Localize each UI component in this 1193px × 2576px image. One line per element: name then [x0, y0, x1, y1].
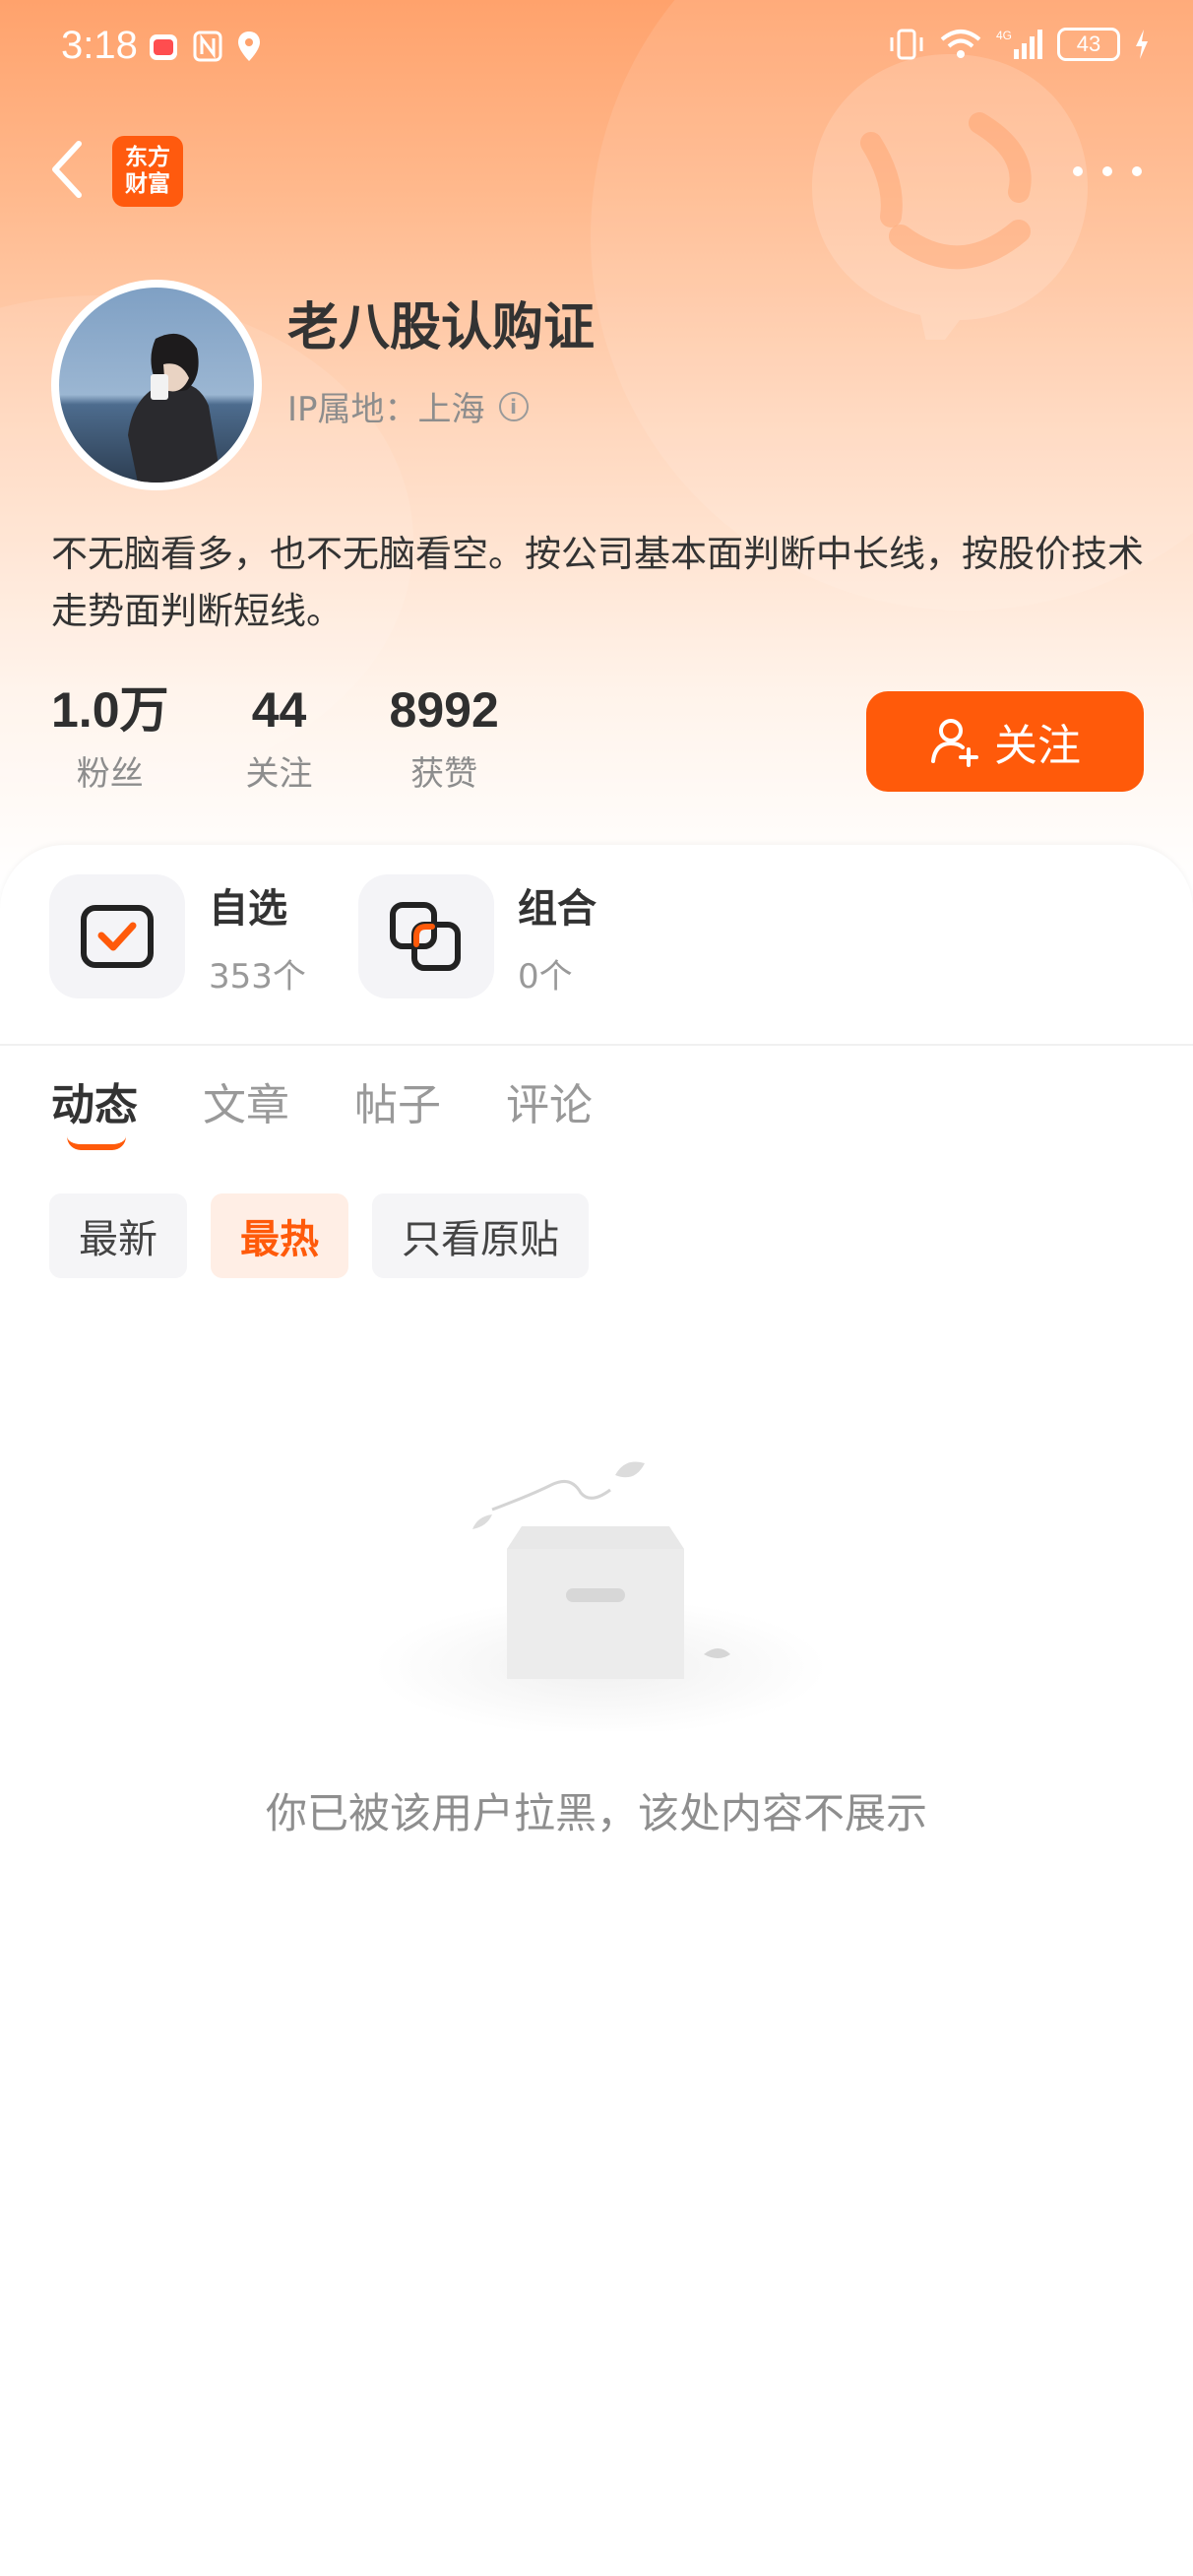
stat-value: 8992: [389, 682, 499, 738]
follow-label: 关注: [994, 721, 1081, 771]
more-dot-icon: [1073, 166, 1083, 176]
battery-icon: 43: [1057, 28, 1120, 61]
stat-following[interactable]: 44 关注: [246, 679, 313, 795]
filter-original-only[interactable]: 只看原贴: [372, 1193, 589, 1278]
tab-comments[interactable]: 评论: [506, 1069, 593, 1132]
app-logo: 东方 财富: [112, 136, 183, 207]
empty-box-illustration: [374, 1461, 827, 1731]
tab-label: 评论: [506, 1080, 593, 1130]
charging-icon: [1136, 30, 1148, 59]
status-icons-left: [148, 30, 262, 63]
profile-stats: 1.0万 粉丝 44 关注 8992 获赞: [51, 679, 576, 795]
bio-text: 不无脑看多，也不无脑看空。按公司基本面判断中长线，按股价技术走势面判断短线。: [51, 533, 1144, 632]
stat-likes[interactable]: 8992 获赞: [390, 679, 499, 795]
feature-watchlist[interactable]: 自选 353个: [49, 874, 306, 998]
empty-state-message: 你已被该用户拉黑，该处内容不展示: [265, 1789, 927, 1837]
tab-activity[interactable]: 动态: [51, 1069, 138, 1150]
stat-label: 关注: [245, 754, 313, 794]
portfolio-icon: [390, 902, 461, 971]
feature-icon-box: [358, 874, 494, 998]
stat-value: 1.0万: [51, 682, 169, 738]
content-tabs: 动态 文章 帖子 评论: [51, 1069, 658, 1150]
feature-icon-box: [49, 874, 185, 998]
filter-latest[interactable]: 最新: [49, 1193, 187, 1278]
tab-posts[interactable]: 帖子: [354, 1069, 441, 1132]
vibrate-icon: [890, 29, 923, 60]
ip-location: IP属地：上海 i: [287, 382, 529, 430]
stat-value: 44: [251, 682, 307, 738]
feature-count: 353个: [209, 956, 306, 997]
follow-button[interactable]: 关注: [866, 691, 1144, 792]
svg-text:4G: 4G: [996, 29, 1012, 42]
filter-chips: 最新 最热 只看原贴: [49, 1193, 589, 1278]
nfc-icon: [193, 31, 222, 62]
signal-4g-icon: 4G: [996, 29, 1042, 59]
wifi-icon: [940, 30, 981, 58]
stat-fans[interactable]: 1.0万 粉丝: [51, 679, 169, 795]
logo-line-1: 东方: [125, 145, 170, 170]
tab-label: 动态: [51, 1080, 138, 1130]
active-tab-indicator: [67, 1136, 126, 1150]
tab-articles[interactable]: 文章: [203, 1069, 289, 1132]
divider: [0, 1044, 1193, 1046]
feature-title: 自选: [209, 885, 287, 932]
status-time: 3:18: [61, 24, 138, 67]
avatar[interactable]: [51, 280, 262, 490]
status-icons-right: 4G 43: [888, 28, 1150, 61]
feature-portfolio[interactable]: 组合 0个: [358, 874, 596, 998]
more-options-button[interactable]: [1073, 148, 1142, 195]
more-dot-icon: [1102, 166, 1112, 176]
filter-hottest[interactable]: 最热: [211, 1193, 348, 1278]
watchlist-check-icon: [81, 905, 154, 968]
content-card: 自选 353个 组合 0个 动态 文章 帖子 评论 最新 最热 只看原贴 你已被…: [0, 845, 1193, 2576]
logo-line-2: 财富: [125, 171, 170, 197]
tab-label: 帖子: [354, 1080, 441, 1130]
username: 老八股认购证: [287, 298, 596, 357]
ip-location-text: IP属地：上海: [287, 390, 485, 429]
back-button[interactable]: [39, 130, 98, 209]
tab-label: 文章: [203, 1080, 289, 1130]
avatar-photo: [59, 288, 254, 483]
info-icon[interactable]: i: [498, 391, 529, 421]
location-icon: [238, 32, 260, 61]
feature-count: 0个: [518, 956, 573, 997]
add-user-icon: [931, 719, 978, 767]
more-dot-icon: [1132, 166, 1142, 176]
feature-title: 组合: [518, 885, 596, 932]
stat-label: 获赞: [410, 754, 478, 794]
app-notification-icon: [150, 34, 177, 60]
status-bar: 3:18 4G 43: [0, 0, 1193, 98]
stat-label: 粉丝: [76, 754, 144, 794]
